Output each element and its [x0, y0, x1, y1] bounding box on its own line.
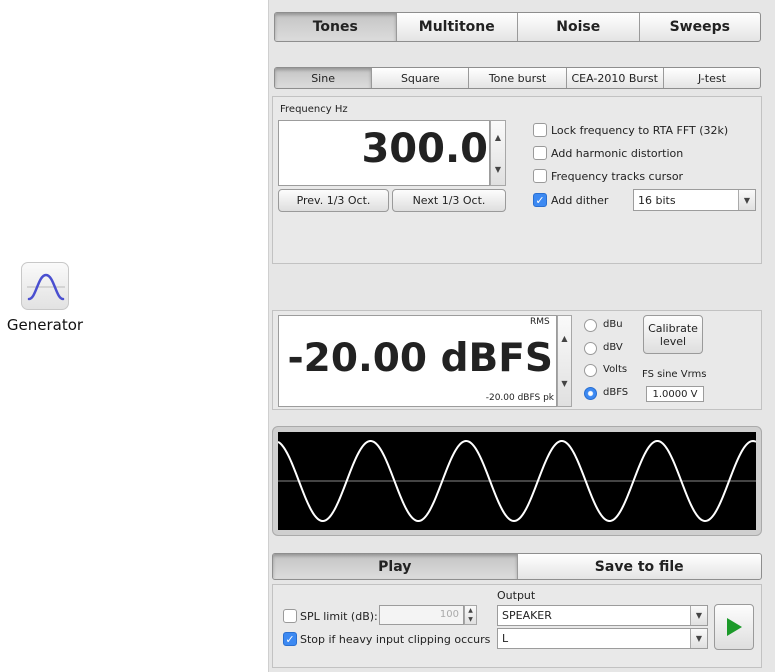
frequency-tracks-label: Frequency tracks cursor — [551, 170, 684, 183]
chevron-down-icon[interactable]: ▼ — [738, 190, 755, 210]
unit-radio-dbv[interactable] — [584, 342, 597, 355]
fs-sine-vrms-field[interactable]: 1.0000 V — [646, 386, 704, 402]
tab-sine[interactable]: Sine — [275, 68, 373, 88]
stop-clipping-checkbox[interactable]: ✓ — [283, 632, 297, 646]
fs-sine-vrms-label: FS sine Vrms — [642, 369, 707, 380]
generator-app-label: Generator — [6, 316, 84, 334]
lock-frequency-checkbox[interactable] — [533, 123, 547, 137]
spl-limit-stepper[interactable]: ▲ ▼ — [464, 605, 477, 625]
play-triangle-icon — [727, 618, 742, 636]
output-channel-value: L — [502, 632, 509, 645]
stepper-up-icon[interactable]: ▲ — [491, 121, 505, 153]
chevron-down-icon[interactable]: ▼ — [690, 606, 707, 625]
stop-clipping-label: Stop if heavy input clipping occurs — [300, 633, 491, 646]
spl-limit-field[interactable]: 100 — [379, 605, 464, 625]
waveform-display — [277, 432, 757, 530]
calibrate-level-button[interactable]: Calibrate level — [643, 315, 703, 354]
spl-limit-label: SPL limit (dB): — [300, 610, 378, 623]
tab-cea-2010-burst[interactable]: CEA-2010 Burst — [567, 68, 664, 88]
output-device-select[interactable]: SPEAKER ▼ — [497, 605, 708, 626]
harmonic-distortion-checkbox[interactable] — [533, 146, 547, 160]
chevron-down-icon[interactable]: ▼ — [690, 629, 707, 648]
frequency-tracks-checkbox[interactable] — [533, 169, 547, 183]
unit-radio-dbu[interactable] — [584, 319, 597, 332]
checkmark-icon: ✓ — [535, 194, 545, 207]
stepper-down-icon[interactable]: ▼ — [465, 615, 476, 624]
tab-tones[interactable]: Tones — [275, 13, 397, 41]
play-save-tabs: Play Save to file — [272, 553, 762, 580]
level-value[interactable]: -20.00 dBFS — [278, 336, 554, 381]
next-third-octave-button[interactable]: Next 1/3 Oct. — [392, 189, 506, 212]
stepper-down-icon[interactable]: ▼ — [558, 361, 571, 406]
add-dither-checkbox[interactable]: ✓ — [533, 193, 547, 207]
peak-level-label: -20.00 dBFS pk — [485, 393, 554, 403]
tab-j-test[interactable]: J-test — [664, 68, 760, 88]
output-caption: Output — [497, 589, 536, 602]
calibrate-level-label: Calibrate level — [648, 321, 698, 348]
frequency-value[interactable]: 300.0 — [278, 126, 488, 172]
lock-frequency-label: Lock frequency to RTA FFT (32k) — [551, 124, 729, 137]
output-device-value: SPEAKER — [502, 609, 552, 622]
tone-type-tabs: Sine Square Tone burst CEA-2010 Burst J-… — [274, 67, 761, 89]
tab-multitone[interactable]: Multitone — [397, 13, 518, 41]
prev-third-octave-button[interactable]: Prev. 1/3 Oct. — [278, 189, 389, 212]
spl-limit-value: 100 — [439, 609, 459, 620]
unit-radio-dbfs[interactable] — [584, 387, 597, 400]
tab-square[interactable]: Square — [372, 68, 470, 88]
frequency-caption: Frequency Hz — [280, 104, 348, 115]
generator-app-icon[interactable] — [21, 262, 69, 310]
frequency-stepper[interactable]: ▲ ▼ — [490, 120, 506, 186]
signal-type-tabs: Tones Multitone Noise Sweeps — [274, 12, 761, 42]
unit-label-dbv: dBV — [603, 342, 623, 353]
unit-radio-volts[interactable] — [584, 364, 597, 377]
unit-label-volts: Volts — [603, 364, 628, 375]
dither-bits-value: 16 bits — [638, 193, 676, 207]
unit-label-dbfs: dBFS — [603, 387, 629, 398]
harmonic-distortion-label: Add harmonic distortion — [551, 147, 684, 160]
level-stepper[interactable]: ▲ ▼ — [557, 315, 572, 407]
tab-sweeps[interactable]: Sweeps — [640, 13, 761, 41]
waveform-plot — [277, 439, 757, 523]
sine-wave-icon — [27, 273, 65, 301]
add-dither-label: Add dither — [551, 194, 609, 207]
stepper-up-icon[interactable]: ▲ — [465, 606, 476, 615]
tab-save-to-file[interactable]: Save to file — [518, 554, 762, 579]
tab-noise[interactable]: Noise — [518, 13, 640, 41]
play-button[interactable] — [714, 604, 754, 650]
stepper-up-icon[interactable]: ▲ — [558, 316, 571, 361]
spl-limit-checkbox[interactable] — [283, 609, 297, 623]
tab-play[interactable]: Play — [273, 554, 518, 579]
dither-bits-select[interactable]: 16 bits ▼ — [633, 189, 756, 211]
checkmark-icon: ✓ — [285, 633, 295, 646]
output-channel-select[interactable]: L ▼ — [497, 628, 708, 649]
stepper-down-icon[interactable]: ▼ — [491, 153, 505, 185]
unit-label-dbu: dBu — [603, 319, 623, 330]
rms-label: RMS — [530, 317, 550, 327]
tab-tone-burst[interactable]: Tone burst — [469, 68, 567, 88]
